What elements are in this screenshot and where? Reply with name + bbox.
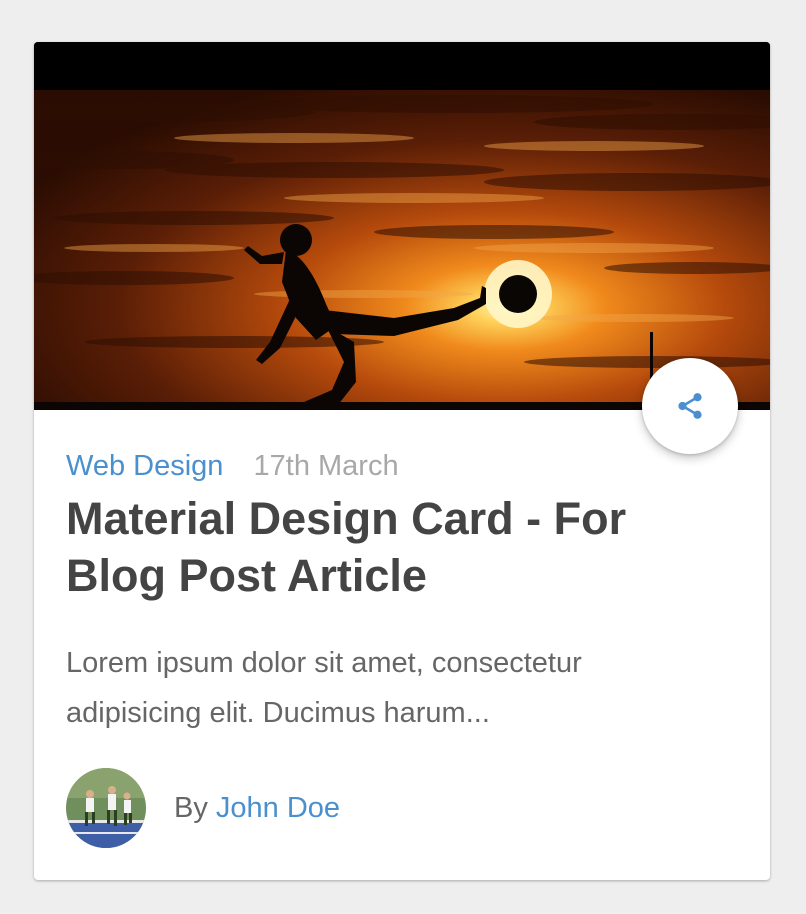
- sunset-football-image: [34, 42, 770, 410]
- hero-image[interactable]: [34, 42, 770, 410]
- byline: By John Doe: [174, 792, 340, 825]
- author-section: By John Doe: [66, 768, 340, 848]
- share-button[interactable]: [642, 358, 738, 454]
- post-title[interactable]: Material Design Card - For Blog Post Art…: [66, 490, 726, 604]
- post-date: 17th March: [253, 450, 399, 482]
- avatar-image: [66, 768, 146, 848]
- byline-prefix: By: [174, 791, 208, 824]
- category-link[interactable]: Web Design: [66, 450, 223, 482]
- avatar[interactable]: [66, 768, 146, 848]
- post-excerpt: Lorem ipsum dolor sit amet, consectetur …: [66, 647, 582, 729]
- author-name-link[interactable]: John Doe: [216, 792, 340, 824]
- share-icon: [678, 393, 702, 419]
- post-meta: Web Design 17th March: [66, 446, 399, 486]
- blog-post-card: Web Design 17th March Material Design Ca…: [34, 42, 770, 880]
